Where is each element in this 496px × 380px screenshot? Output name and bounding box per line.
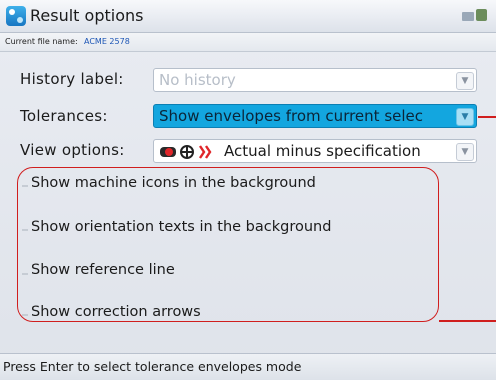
tolerances-label: Tolerances: xyxy=(20,107,108,125)
file-name-value: ACME 2578 xyxy=(84,37,130,46)
history-dropdown[interactable]: No history ▼ xyxy=(153,68,477,92)
status-message: Press Enter to select tolerance envelope… xyxy=(3,359,302,374)
file-name-bar: Current file name: ACME 2578 xyxy=(0,33,496,52)
tolerances-dropdown[interactable]: Show envelopes from current selec ▼ xyxy=(153,104,477,128)
chevron-down-icon[interactable]: ▼ xyxy=(456,72,474,90)
view-options-dropdown[interactable]: Actual minus specification ▼ xyxy=(153,139,477,163)
gear-move-icon xyxy=(180,145,194,159)
status-indicator-icon xyxy=(462,9,488,23)
chevron-down-icon[interactable]: ▼ xyxy=(456,108,474,126)
option-checkbox[interactable] xyxy=(22,229,28,231)
view-options-value: Actual minus specification xyxy=(224,142,421,160)
option-checkbox[interactable] xyxy=(22,185,28,187)
option-checkbox[interactable] xyxy=(22,314,28,316)
option-orientation-texts[interactable]: Show orientation texts in the background xyxy=(31,219,331,235)
option-machine-icons[interactable]: Show machine icons in the background xyxy=(31,175,316,191)
option-correction-arrows[interactable]: Show correction arrows xyxy=(31,304,201,320)
window-title: Result options xyxy=(30,6,144,25)
option-reference-line[interactable]: Show reference line xyxy=(31,262,175,278)
red-symbol-icon xyxy=(199,145,212,159)
title-bar: Result options xyxy=(0,0,496,33)
app-icon-dot xyxy=(9,9,15,15)
callout-line xyxy=(478,116,496,118)
battery-status-icon xyxy=(476,9,487,21)
status-bar: Press Enter to select tolerance envelope… xyxy=(0,353,496,380)
app-icon xyxy=(6,6,26,26)
callout-line xyxy=(439,320,496,322)
history-label: History label: xyxy=(20,70,124,88)
app-icon-dot xyxy=(17,17,23,23)
screen-status-icon xyxy=(462,12,474,21)
chevron-down-icon[interactable]: ▼ xyxy=(456,143,474,161)
result-options-screen: Result options Current file name: ACME 2… xyxy=(0,0,496,380)
tolerances-value: Show envelopes from current selec xyxy=(159,107,424,125)
option-checkbox[interactable] xyxy=(22,273,28,275)
red-eye-icon xyxy=(160,147,176,157)
file-name-label: Current file name: xyxy=(5,37,78,46)
history-value: No history xyxy=(159,71,236,89)
view-icons xyxy=(160,144,220,160)
view-options-label: View options: xyxy=(20,141,125,159)
